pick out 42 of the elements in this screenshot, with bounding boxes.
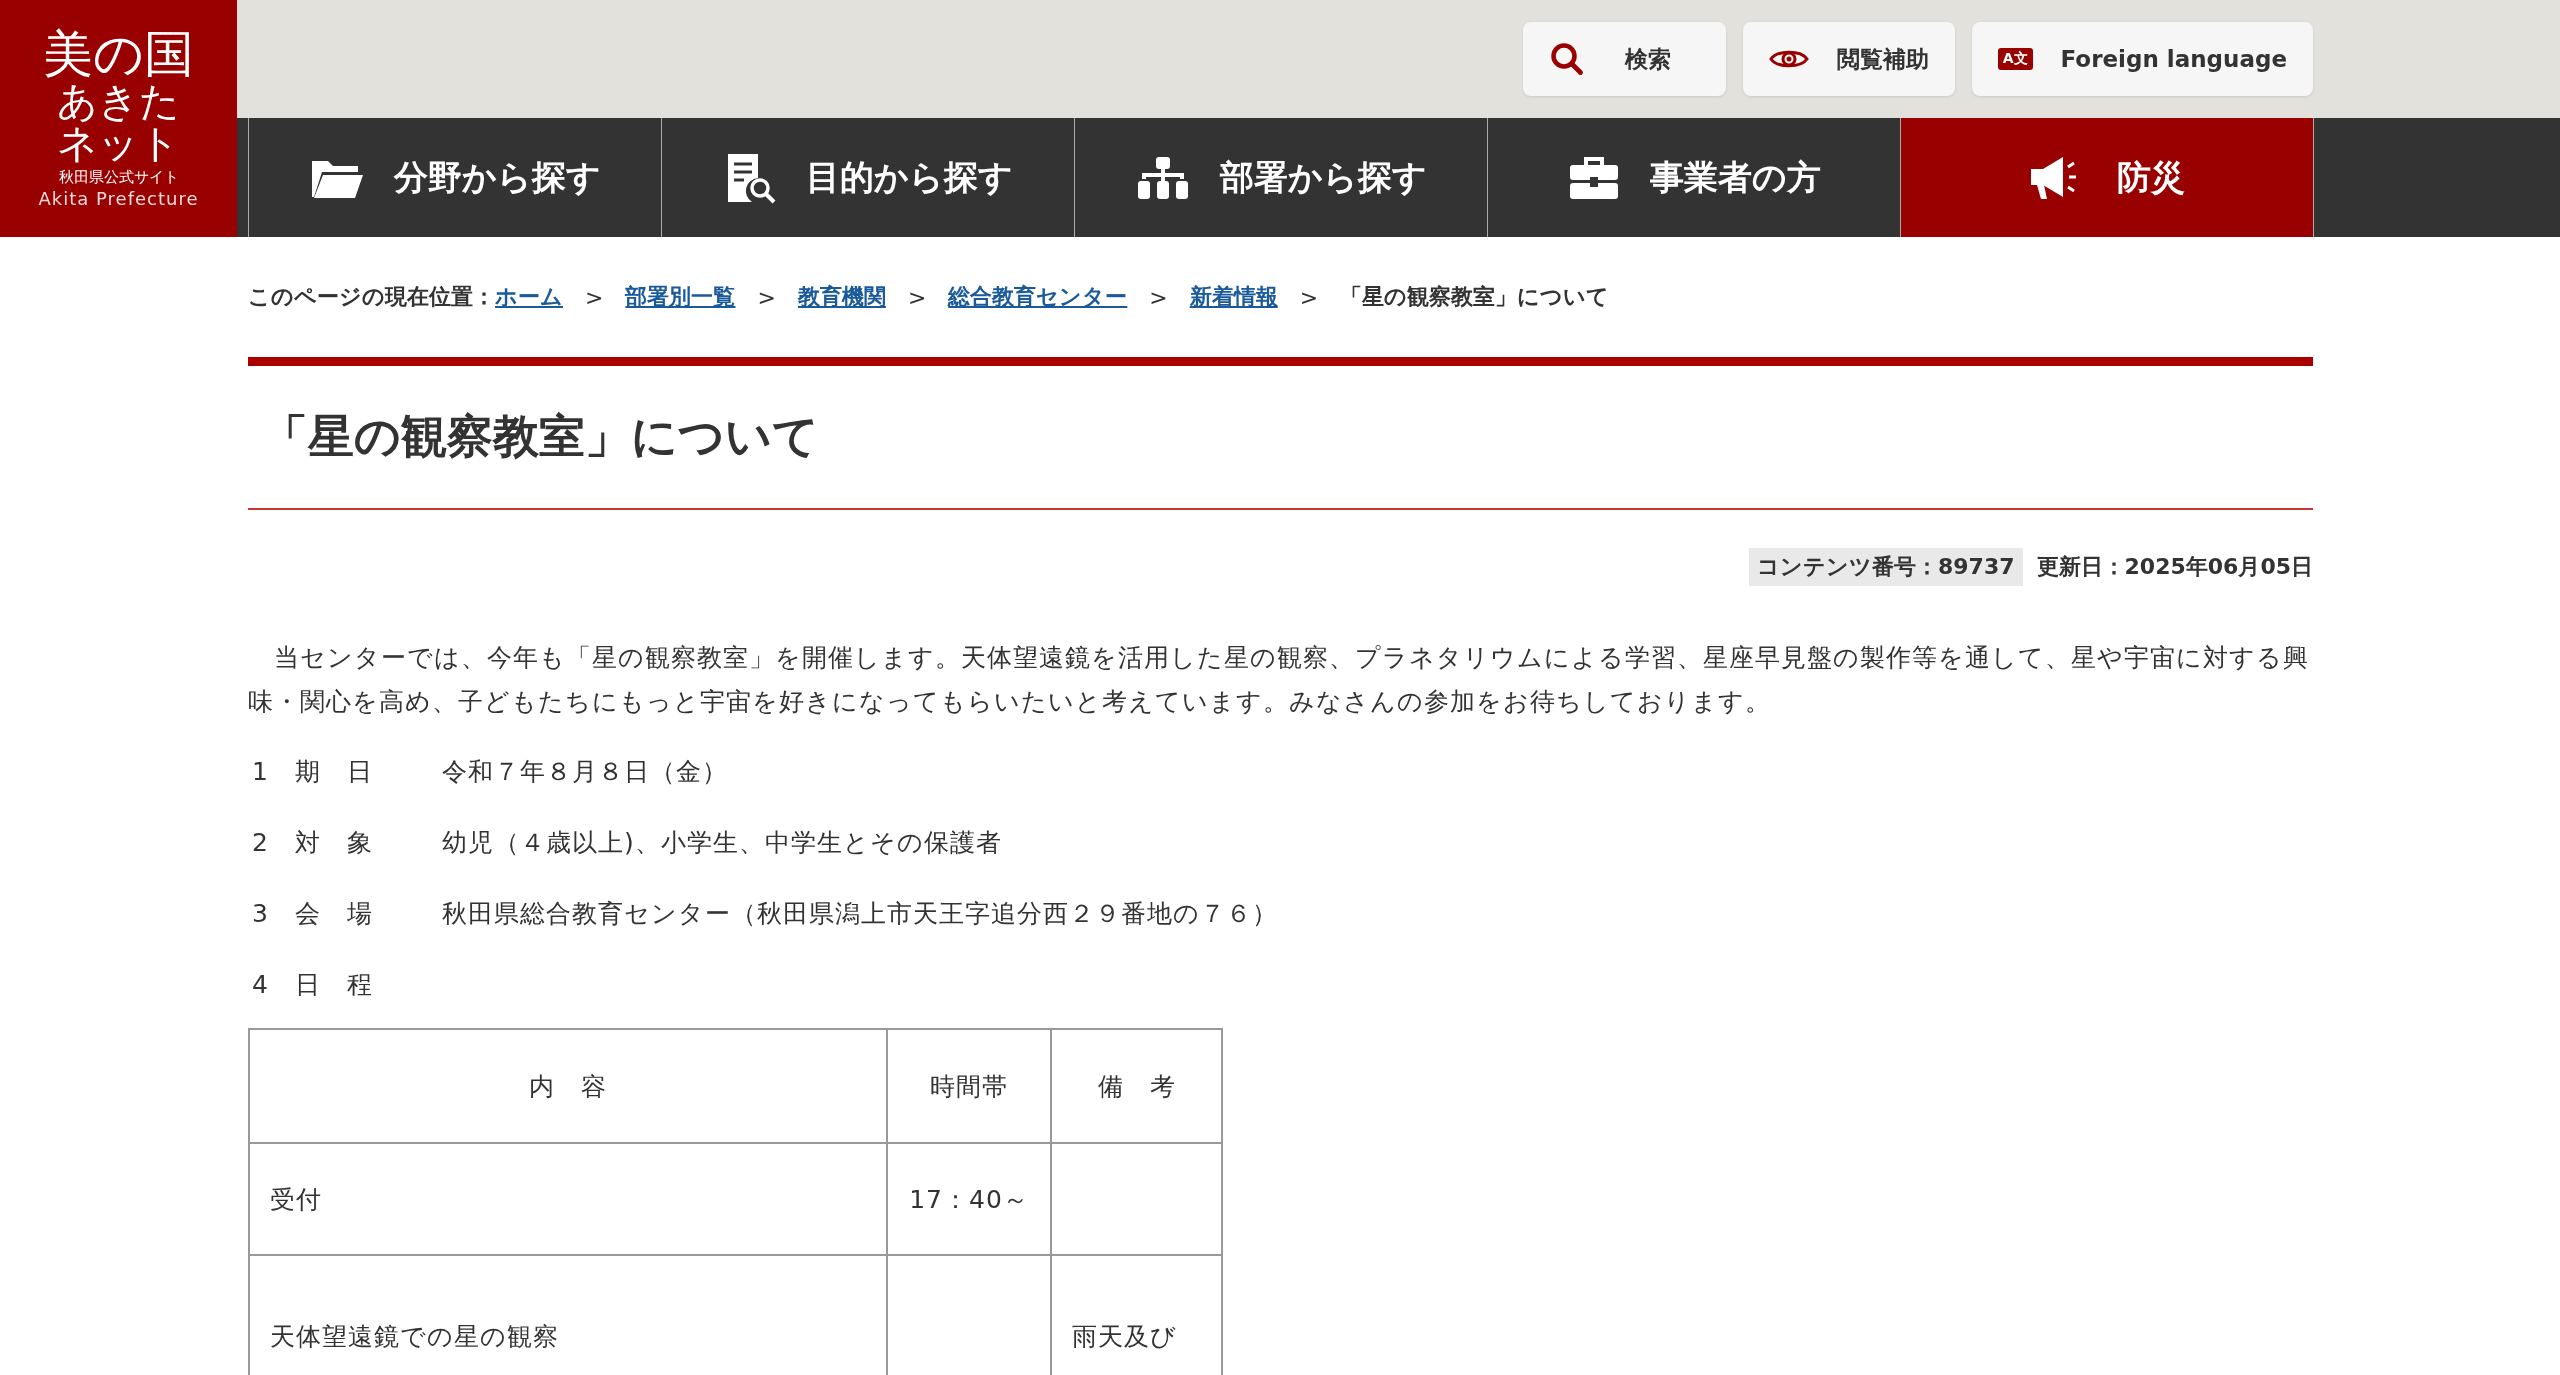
language-icon: A文 <box>1997 48 2033 70</box>
table-header: 内 容 <box>249 1029 887 1143</box>
intro-paragraph: 当センターでは、今年も「星の観察教室」を開催します。天体望遠鏡を活用した星の観察、プラネタリウムによる学習、星座早見盤の製作等を通して、星や宇宙に対する興味・関心を高め、子どもたちにもっと宇宙を好きになってもらいたいと考えています。みなさんの参加をお待ちしております。 <box>248 642 2310 718</box>
nav-tab[interactable]: 部署から探す <box>1074 118 1487 237</box>
page-title: 「星の観察教室」について <box>248 357 2313 510</box>
breadcrumb-link[interactable]: ホーム <box>495 282 563 312</box>
item-value: 秋田県総合教育センター（秋田県潟上市天王字追分西２９番地の７６） <box>442 898 1278 930</box>
breadcrumb-link[interactable]: 教育機関 <box>797 282 886 312</box>
nav-tab[interactable]: 分野から探す <box>248 118 661 237</box>
breadcrumb-current: 「星の観察教室」について <box>1340 283 1610 311</box>
breadcrumb-prefix: このページの現在位置： <box>248 283 495 311</box>
table-cell: 受付 <box>249 1143 887 1255</box>
table-header: 時間帯 <box>887 1029 1051 1143</box>
item-value: 幼児（４歳以上)、小学生、中学生とその保護者 <box>442 827 1002 859</box>
breadcrumb-link[interactable]: 総合教育センター <box>948 282 1128 312</box>
breadcrumb-link[interactable]: 部署別一覧 <box>625 282 736 312</box>
breadcrumb-link[interactable]: 新着情報 <box>1189 282 1278 312</box>
breadcrumb-separator: > <box>907 284 927 310</box>
table-cell: 天体望遠鏡での星の観察 <box>249 1255 887 1375</box>
item-value: 令和７年８月８日（金） <box>442 756 728 788</box>
table-header: 備 考 <box>1051 1029 1222 1143</box>
nav-tab[interactable]: 目的から探す <box>661 118 1074 237</box>
item-label: 1 期 日 <box>251 756 374 788</box>
breadcrumb-separator: > <box>757 284 776 310</box>
item-label: 4 日 程 <box>251 969 374 1001</box>
accessibility-button[interactable]: 閲覧補助 <box>1742 22 1955 96</box>
breadcrumb-separator: > <box>1299 284 1319 310</box>
item-label: 2 対 象 <box>251 827 374 859</box>
nav-tab[interactable]: 事業者の方 <box>1487 118 1900 237</box>
hierarchy-icon <box>1135 154 1190 201</box>
breadcrumb-separator: > <box>1149 284 1168 310</box>
table-cell: 17：40～ <box>887 1143 1051 1255</box>
search-icon <box>1548 41 1585 77</box>
search-button[interactable]: 検索 <box>1522 22 1726 96</box>
updated-date: 更新日：2025年06月05日 <box>2036 553 2313 581</box>
content-number: コンテンツ番号：89737 <box>1749 548 2023 586</box>
nav-tab[interactable]: 防災 <box>1900 118 2314 237</box>
site-logo[interactable]: 美の国 あきた ネット 秋田県公式サイト Akita Prefecture <box>0 0 237 237</box>
item-label: 3 会 場 <box>251 898 374 930</box>
language-button[interactable]: A文 Foreign language <box>1971 22 2313 96</box>
briefcase-icon <box>1567 154 1620 201</box>
breadcrumb-separator: > <box>585 284 604 310</box>
